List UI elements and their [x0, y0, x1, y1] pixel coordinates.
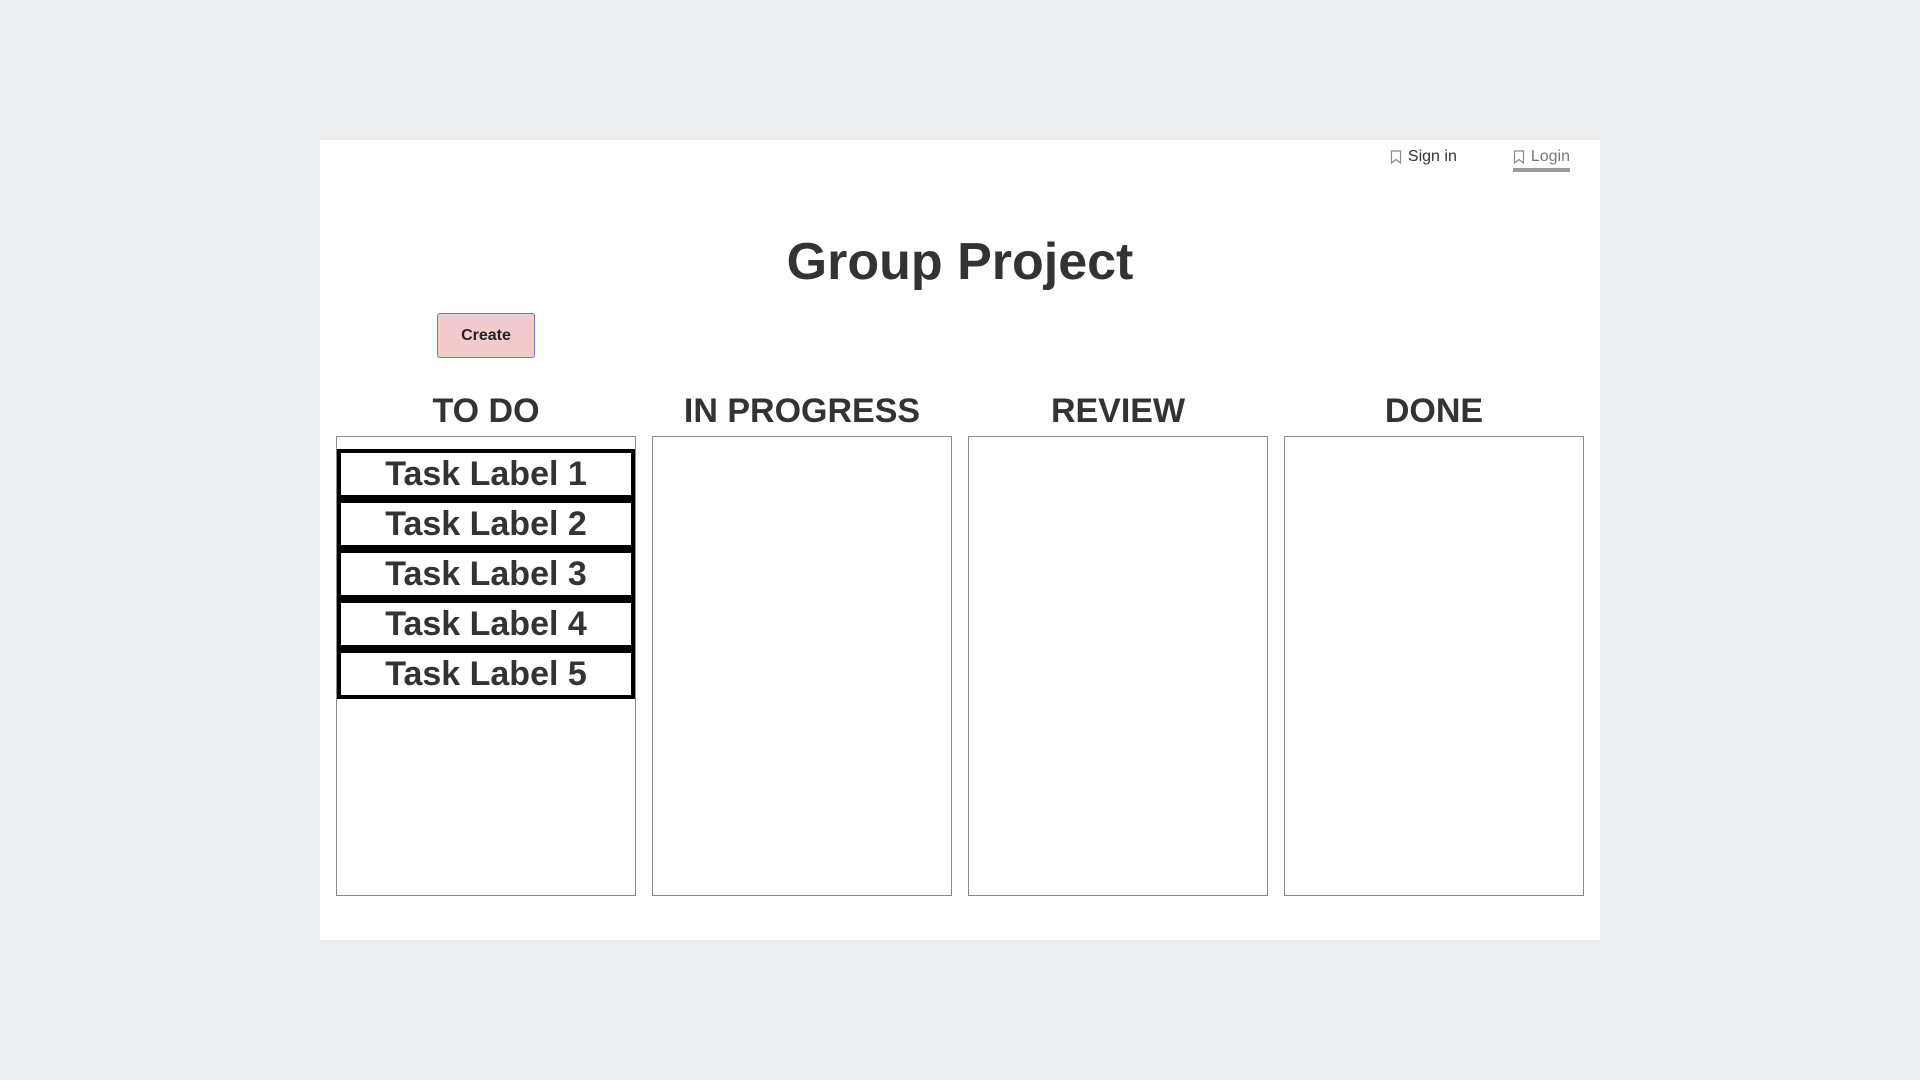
task-card[interactable]: Task Label 2: [337, 499, 635, 549]
bookmark-icon: [1513, 150, 1524, 164]
sign-in-link[interactable]: Sign in: [1390, 144, 1457, 172]
column-review: REVIEW: [968, 390, 1268, 896]
app-frame: Sign in Login Group Project Create TO DO…: [320, 140, 1600, 940]
task-card[interactable]: Task Label 1: [337, 449, 635, 499]
column-dropzone[interactable]: [968, 436, 1268, 896]
column-dropzone[interactable]: Task Label 1 Task Label 2 Task Label 3 T…: [336, 436, 636, 896]
column-done: DONE: [1284, 390, 1584, 896]
page-title: Group Project: [786, 233, 1134, 291]
column-title: DONE: [1384, 392, 1484, 430]
column-todo: TO DO Task Label 1 Task Label 2 Task Lab…: [336, 390, 636, 896]
task-card[interactable]: Task Label 4: [337, 599, 635, 649]
login-label: Login: [1530, 148, 1570, 165]
column-in-progress: IN PROGRESS: [652, 390, 952, 896]
task-card[interactable]: Task Label 5: [337, 649, 635, 699]
kanban-board: TO DO Task Label 1 Task Label 2 Task Lab…: [336, 390, 1584, 896]
column-title: REVIEW: [1050, 392, 1186, 430]
top-nav: Sign in Login: [1390, 144, 1570, 172]
column-dropzone[interactable]: [1284, 436, 1584, 896]
column-title: TO DO: [432, 392, 540, 430]
login-link[interactable]: Login: [1512, 144, 1570, 172]
create-button[interactable]: Create: [437, 313, 535, 358]
bookmark-icon: [1390, 150, 1402, 164]
column-dropzone[interactable]: [652, 436, 952, 896]
column-title: IN PROGRESS: [683, 392, 921, 430]
task-card[interactable]: Task Label 3: [337, 549, 635, 599]
sign-in-label: Sign in: [1407, 148, 1457, 165]
